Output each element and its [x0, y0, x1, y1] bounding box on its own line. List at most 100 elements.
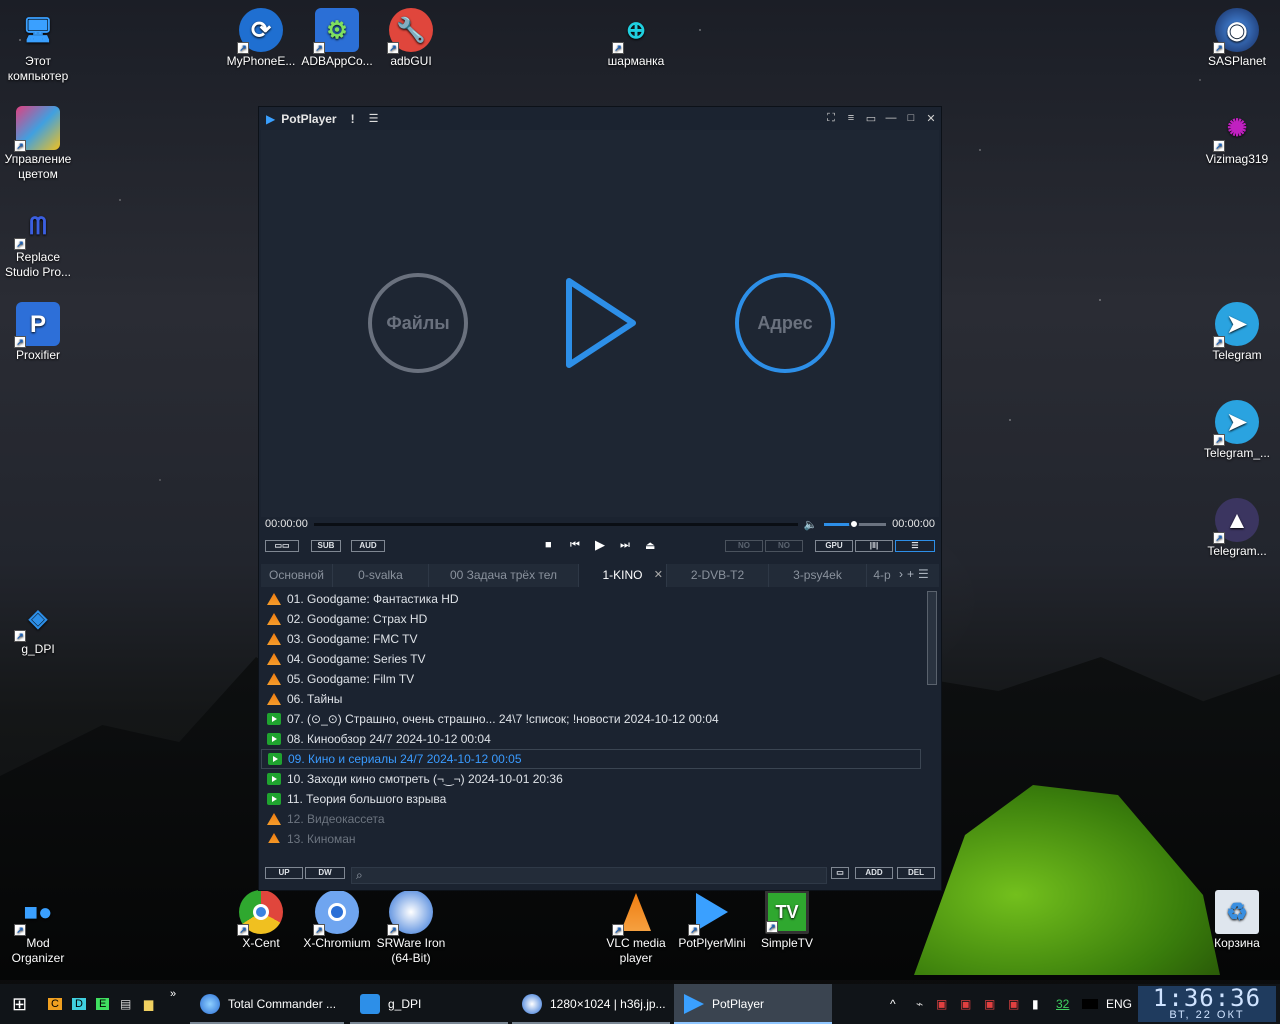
no-button-2[interactable]: NO: [765, 540, 803, 552]
playlist-toggle-button[interactable]: ☰: [895, 540, 935, 552]
minimize-icon[interactable]: —: [881, 112, 901, 125]
desktop-icon-myphone[interactable]: ⟳ ↗ MyPhoneE...: [223, 8, 299, 69]
playlist-search-input[interactable]: ⌕: [351, 867, 827, 884]
desktop-icon-telegram[interactable]: ➤ ↗ Telegram: [1199, 302, 1275, 363]
tab-menu-icon[interactable]: ☰: [916, 564, 931, 587]
up-button[interactable]: UP: [265, 867, 303, 879]
language-indicator[interactable]: ENG: [1106, 984, 1132, 1024]
sub-button[interactable]: SUB: [311, 540, 341, 552]
tab-0-svalka[interactable]: 0-svalka: [333, 564, 429, 587]
desktop-icon-telegram-2[interactable]: ➤ ↗ Telegram_...: [1199, 400, 1275, 461]
tray-monitor-icon-1[interactable]: ▣: [936, 984, 947, 1024]
desktop-icon-this-pc[interactable]: 🖥 Этот компьютер: [0, 8, 76, 84]
desktop-icon-recycle-bin[interactable]: ♻ Корзина: [1199, 890, 1275, 951]
notice-button[interactable]: !: [351, 112, 355, 126]
tab-2-dvb-t2[interactable]: 2-DVB-T2: [667, 564, 769, 587]
open-files-button[interactable]: Файлы: [368, 273, 468, 373]
seek-bar[interactable]: [313, 522, 798, 526]
tray-usb-icon[interactable]: ⌁: [916, 984, 923, 1024]
desktop-icon-vizimag[interactable]: ✺ ↗ Vizimag319: [1199, 106, 1275, 167]
play-icon[interactable]: ▶: [595, 537, 605, 553]
titlebar[interactable]: ▶ PotPlayer ! ☰ ⛶ ≡ ▭ — □ ✕: [259, 107, 941, 130]
overflow-button[interactable]: »: [170, 984, 176, 1004]
eject-icon[interactable]: ⏏: [645, 539, 655, 552]
playlist-item[interactable]: 12. Видеокассета: [261, 809, 927, 829]
desktop-icon-x-chromium[interactable]: ↗ X-Chromium: [299, 890, 375, 951]
close-tab-icon[interactable]: ✕: [654, 568, 663, 581]
add-tab-icon[interactable]: +: [905, 564, 916, 587]
aud-button[interactable]: AUD: [351, 540, 385, 552]
potplayer-window[interactable]: ▶ PotPlayer ! ☰ ⛶ ≡ ▭ — □ ✕ Файлы Адрес …: [258, 106, 942, 891]
desktop-icon-x-cent[interactable]: ↗ X-Cent: [223, 890, 299, 951]
volume-knob[interactable]: [848, 518, 859, 529]
playlist-item[interactable]: 08. Кинообзор 24/7 2024-10-12 00:04: [261, 729, 927, 749]
maximize-icon[interactable]: □: [901, 112, 921, 125]
volume-slider[interactable]: [823, 518, 887, 529]
tab-1-kino[interactable]: 1-KINO ✕: [579, 564, 667, 587]
task-image-viewer[interactable]: 1280×1024 | h36j.jp...: [512, 984, 670, 1024]
playlist-item[interactable]: 06. Тайны: [261, 689, 927, 709]
filter-icon[interactable]: ≡: [841, 112, 861, 125]
big-play-icon[interactable]: [561, 273, 641, 373]
playlist[interactable]: 01. Goodgame: Фантастика HD 02. Goodgame:…: [261, 589, 927, 843]
task-total-commander[interactable]: Total Commander ...: [190, 984, 344, 1024]
playlist-item[interactable]: 02. Goodgame: Страх HD: [261, 609, 927, 629]
save-playlist-icon[interactable]: ▭: [831, 867, 849, 879]
no-button-1[interactable]: NO: [725, 540, 763, 552]
next-icon[interactable]: ⏭: [620, 539, 630, 552]
aspect-button[interactable]: ▭▭: [265, 540, 299, 552]
desktop-icon-telegram-3[interactable]: ▲ ↗ Telegram...: [1199, 498, 1275, 559]
open-address-button[interactable]: Адрес: [735, 273, 835, 373]
tray-black-icon[interactable]: [1082, 984, 1098, 1024]
playlist-item[interactable]: 07. (⊙_⊙) Страшно, очень страшно... 24\7…: [261, 709, 927, 729]
tray-monitor-icon-2[interactable]: ▣: [960, 984, 971, 1024]
desktop-icon-adbgui[interactable]: 🔧 ↗ adbGUI: [373, 8, 449, 69]
playlist-item[interactable]: 01. Goodgame: Фантастика HD: [261, 589, 927, 609]
task-gdpi[interactable]: g_DPI: [350, 984, 508, 1024]
tab-osnovnoy[interactable]: Основной: [261, 564, 333, 587]
tab-4-p[interactable]: 4-p: [867, 564, 897, 587]
playlist-item[interactable]: 09. Кино и сериалы 24/7 2024-10-12 00:05: [261, 749, 921, 769]
tab-three-body[interactable]: 00 Задача трёх тел: [429, 564, 579, 587]
desktop-icon-potplayer-mini[interactable]: ↗ PotPlyerMini: [674, 890, 750, 951]
potplayer-logo-icon[interactable]: ▶: [266, 112, 275, 126]
add-button[interactable]: ADD: [855, 867, 893, 879]
delete-button[interactable]: DEL: [897, 867, 935, 879]
desktop-icon-sasplanet[interactable]: ◉ ↗ SASPlanet: [1199, 8, 1275, 69]
playlist-item[interactable]: 04. Goodgame: Series TV: [261, 649, 927, 669]
tab-scroll-right-icon[interactable]: ›: [897, 564, 905, 587]
desktop-icon-proxifier[interactable]: P ↗ Proxifier: [0, 302, 76, 363]
desktop-icon-sharmanka[interactable]: ⊕ ↗ шарманка: [598, 8, 674, 69]
playlist-item[interactable]: 05. Goodgame: Film TV: [261, 669, 927, 689]
tray-monitor-icon-3[interactable]: ▣: [984, 984, 995, 1024]
volume-speaker-icon[interactable]: 🔈: [804, 518, 818, 531]
tray-flag-icon[interactable]: ▮: [1032, 984, 1039, 1024]
desktop-icon-adbappcontrol[interactable]: ⚙ ↗ ADBAppCo...: [299, 8, 375, 69]
tray-expand-icon[interactable]: ^: [890, 984, 896, 1024]
menu-icon[interactable]: ☰: [369, 112, 379, 125]
tray-monitor-icon-4[interactable]: ▣: [1008, 984, 1019, 1024]
playlist-item[interactable]: 11. Теория большого взрыва: [261, 789, 927, 809]
desktop-icon-vlc[interactable]: ↗ VLC media player: [598, 890, 674, 966]
desktop-icon-color-management[interactable]: ↗ Управление цветом: [0, 106, 76, 182]
pinned-notepad[interactable]: ▤: [120, 984, 131, 1024]
down-button[interactable]: DW: [305, 867, 345, 879]
desktop-icon-gdpi[interactable]: ◈ ↗ g_DPI: [0, 596, 76, 657]
desktop-icon-simpletv[interactable]: TV ↗ SimpleTV: [749, 890, 825, 951]
playlist-item[interactable]: 10. Заходи кино смотреть (¬‿¬) 2024-10-0…: [261, 769, 927, 789]
pinned-drive-e[interactable]: E: [96, 984, 110, 1024]
tab-3-psy4ek[interactable]: 3-psy4ek: [769, 564, 867, 587]
desktop-icon-replace-studio[interactable]: ᗰ ↗ Replace Studio Pro...: [0, 204, 76, 280]
playlist-scrollbar[interactable]: [927, 591, 937, 685]
pinned-drive-d[interactable]: D: [72, 984, 86, 1024]
pinned-folder[interactable]: ▆: [144, 984, 153, 1024]
start-button[interactable]: ⊞: [12, 984, 36, 1024]
playlist-item[interactable]: 13. Киноман: [261, 829, 927, 843]
stop-icon[interactable]: ■: [545, 539, 552, 551]
pinned-drive-c[interactable]: C: [48, 984, 62, 1024]
equalizer-button[interactable]: |‖|: [855, 540, 893, 552]
previous-icon[interactable]: ⏮: [570, 539, 580, 552]
gpu-button[interactable]: GPU: [815, 540, 853, 552]
close-icon[interactable]: ✕: [921, 112, 941, 125]
task-potplayer[interactable]: PotPlayer: [674, 984, 832, 1024]
